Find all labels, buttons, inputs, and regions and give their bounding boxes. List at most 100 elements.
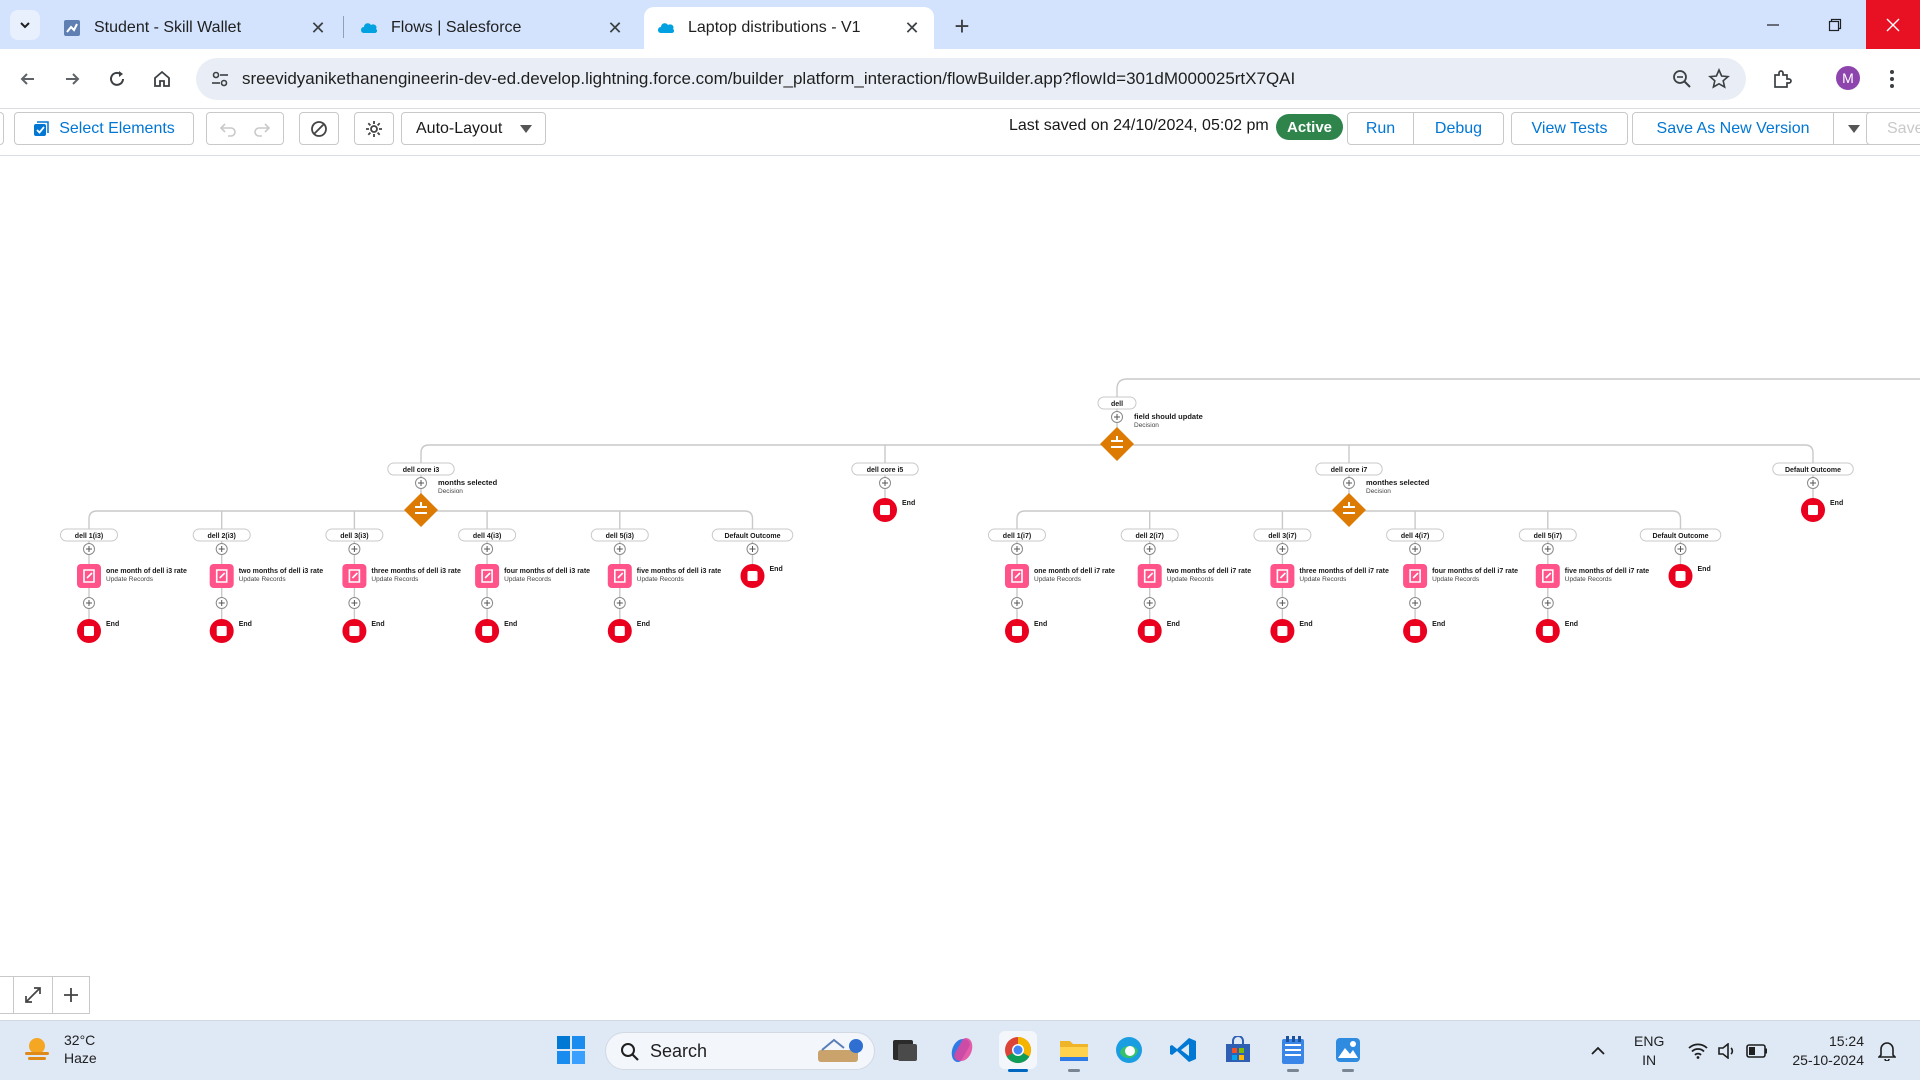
- close-icon[interactable]: ✕: [308, 18, 328, 38]
- forward-button[interactable]: [56, 63, 88, 95]
- debug-label: Debug: [1434, 119, 1483, 137]
- close-window-button[interactable]: [1866, 0, 1920, 49]
- last-saved-text: Last saved on 24/10/2024, 05:02 pm: [1009, 117, 1269, 134]
- outcome-label: dell core i3: [403, 467, 440, 474]
- running-indicator: [1287, 1069, 1299, 1072]
- copilot-app[interactable]: [943, 1031, 981, 1069]
- zoom-icon[interactable]: [1672, 69, 1692, 89]
- file-explorer-app[interactable]: [1055, 1031, 1093, 1072]
- arrow-left-icon: [20, 73, 34, 85]
- bookmark-star-icon[interactable]: [1708, 68, 1730, 90]
- clock-time: 15:24: [1828, 1033, 1864, 1049]
- record-subtitle: Update Records: [371, 576, 419, 583]
- reload-button[interactable]: [101, 63, 133, 95]
- chrome-icon: [1005, 1036, 1032, 1064]
- back-button[interactable]: [12, 63, 44, 95]
- view-tests-label: View Tests: [1531, 119, 1608, 137]
- stop-icon: [84, 626, 94, 636]
- select-elements-button[interactable]: Select Elements: [14, 112, 194, 145]
- decision-element[interactable]: [1100, 427, 1134, 461]
- region-code: IN: [1642, 1052, 1657, 1068]
- salesforce-cloud-icon: [658, 23, 675, 33]
- new-tab-button[interactable]: +: [948, 11, 976, 41]
- vscode-app[interactable]: [1164, 1031, 1202, 1069]
- stop-icon: [216, 626, 227, 636]
- decision-element[interactable]: [404, 493, 438, 527]
- run-label: Run: [1365, 119, 1396, 137]
- record-title: three months of dell i3 rate: [371, 568, 461, 575]
- notepad-app[interactable]: [1274, 1031, 1312, 1072]
- url-input[interactable]: sreevidyanikethanengineerin-dev-ed.devel…: [196, 58, 1746, 100]
- fit-view-button[interactable]: [13, 976, 53, 1014]
- end-label: End: [1034, 621, 1047, 628]
- outcome-label: dell 2(i3): [207, 533, 235, 540]
- save-as-new-version-button[interactable]: Save As New Version: [1632, 112, 1834, 145]
- restore-button[interactable]: [1804, 0, 1866, 49]
- search-label: Search: [650, 1040, 708, 1061]
- debug-button[interactable]: Debug: [1413, 112, 1504, 145]
- edge-app[interactable]: [1110, 1031, 1148, 1069]
- run-button[interactable]: Run: [1347, 112, 1414, 145]
- close-icon[interactable]: ✕: [902, 18, 922, 38]
- end-label: End: [770, 566, 783, 573]
- record-title: four months of dell i7 rate: [1432, 568, 1518, 575]
- connector-line: [1116, 378, 1920, 393]
- task-view-icon: [893, 1040, 917, 1061]
- record-title: five months of dell i7 rate: [1565, 568, 1650, 575]
- tab-flows-salesforce[interactable]: Flows | Salesforce ✕: [347, 7, 637, 49]
- outcome-label: dell core i7: [1331, 467, 1368, 474]
- stop-icon: [1277, 626, 1288, 636]
- tab-student-skill-wallet[interactable]: Student - Skill Wallet ✕: [50, 7, 340, 49]
- end-label: End: [106, 621, 119, 628]
- expand-icon: [25, 987, 41, 1003]
- extensions-button[interactable]: [1766, 63, 1798, 95]
- search-icon: [621, 1043, 639, 1061]
- decision-element[interactable]: [1332, 493, 1366, 527]
- select-elements-label: Select Elements: [59, 119, 175, 137]
- arrow-right-icon: [66, 73, 80, 85]
- tab-search-button[interactable]: [10, 10, 40, 40]
- end-label: End: [1830, 500, 1843, 507]
- system-clock[interactable]: 15:24 25-10-2024: [1786, 1032, 1864, 1070]
- redo-icon[interactable]: [253, 120, 271, 138]
- undo-icon[interactable]: [219, 120, 237, 138]
- taskbar-search[interactable]: Search: [605, 1032, 875, 1070]
- flow-properties-button[interactable]: [354, 112, 394, 145]
- profile-avatar[interactable]: M: [1836, 66, 1860, 90]
- chrome-app[interactable]: [999, 1031, 1037, 1072]
- record-subtitle: Update Records: [1034, 576, 1082, 583]
- quick-settings-button[interactable]: [1688, 1021, 1768, 1080]
- outcome-label: dell 2(i7): [1135, 533, 1163, 540]
- end-label: End: [1432, 621, 1445, 628]
- outcome-label: Default Outcome: [1785, 467, 1841, 474]
- home-button[interactable]: [146, 63, 178, 95]
- record-title: four months of dell i3 rate: [504, 568, 590, 575]
- running-indicator: [1008, 1069, 1028, 1072]
- weather-widget[interactable]: 32°C Haze: [22, 1031, 97, 1067]
- view-tests-button[interactable]: View Tests: [1511, 112, 1628, 145]
- close-icon[interactable]: ✕: [605, 18, 625, 38]
- start-button[interactable]: [552, 1031, 590, 1069]
- zoom-in-button[interactable]: [52, 976, 90, 1014]
- layout-mode-select[interactable]: Auto-Layout: [401, 112, 546, 145]
- minimize-button[interactable]: [1742, 0, 1804, 49]
- minimize-icon: [1767, 23, 1779, 26]
- site-info-icon[interactable]: [210, 69, 230, 89]
- show-hidden-icons-button[interactable]: [1590, 1021, 1606, 1080]
- errors-button[interactable]: [299, 112, 339, 145]
- ban-icon: [311, 120, 327, 137]
- photos-icon: [1336, 1038, 1360, 1062]
- microsoft-store-app[interactable]: [1219, 1031, 1257, 1069]
- end-label: End: [1167, 621, 1180, 628]
- browser-menu-button[interactable]: [1876, 63, 1908, 95]
- notifications-button[interactable]: [1878, 1021, 1896, 1080]
- photos-app[interactable]: [1329, 1031, 1367, 1072]
- tab-laptop-distributions[interactable]: Laptop distributions - V1 ✕: [644, 7, 934, 49]
- task-view-button[interactable]: [886, 1031, 924, 1069]
- wifi-icon: [1688, 1043, 1708, 1059]
- input-language[interactable]: ENG IN: [1634, 1032, 1664, 1070]
- stop-icon: [1808, 505, 1818, 515]
- edge-icon: [1116, 1037, 1142, 1063]
- save-button[interactable]: Save: [1866, 112, 1920, 145]
- flow-canvas[interactable]: dell field should update Decision dell core…: [0, 157, 1920, 1019]
